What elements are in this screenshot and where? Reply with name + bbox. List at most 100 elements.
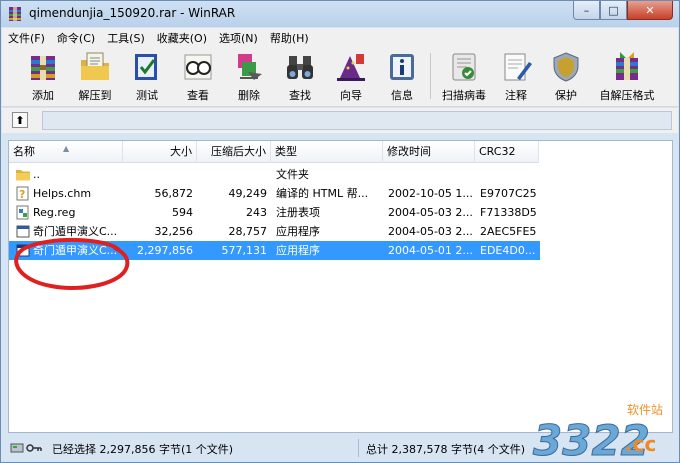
toolbar: 添加 解压到 测试 查看 删除 查找 向导 信息 扫描病毒 注释 保护 自解压格… bbox=[2, 47, 678, 107]
exe-icon bbox=[16, 244, 30, 257]
protect-button[interactable]: 保护 bbox=[540, 50, 592, 103]
wizard-label: 向导 bbox=[340, 89, 362, 102]
file-crc: EDE4D0... bbox=[480, 244, 536, 257]
menu-tools[interactable]: 工具(S) bbox=[101, 30, 151, 46]
sfx-archive-icon bbox=[616, 52, 638, 80]
file-type: 注册表项 bbox=[276, 206, 320, 219]
file-size: 594 bbox=[172, 206, 193, 219]
protect-shield-icon bbox=[553, 52, 579, 82]
protect-label: 保护 bbox=[555, 89, 577, 102]
exe-icon bbox=[16, 225, 30, 238]
info-label: 信息 bbox=[391, 89, 413, 102]
up-arrow-icon: ⬆ bbox=[15, 113, 25, 127]
close-button[interactable]: ✕ bbox=[627, 1, 673, 20]
file-type: 文件夹 bbox=[276, 168, 309, 181]
wizard-button[interactable]: 向导 bbox=[325, 50, 377, 103]
up-folder-button[interactable]: ⬆ bbox=[12, 112, 28, 128]
file-crc bbox=[480, 165, 538, 184]
extract-to-label: 解压到 bbox=[78, 89, 112, 102]
file-row-selected[interactable]: 奇门遁甲演义C... 2,297,856 577,131 应用程序 2004-0… bbox=[9, 241, 540, 260]
file-size: 2,297,856 bbox=[137, 244, 193, 257]
comment-label: 注释 bbox=[505, 89, 527, 102]
winrar-window: qimendunjia_150920.rar - WinRAR – □ ✕ 文件… bbox=[0, 0, 680, 463]
file-modified: 2004-05-03 2... bbox=[388, 206, 473, 219]
delete-button[interactable]: 删除 bbox=[223, 50, 275, 103]
col-name[interactable]: 名称 ▲ bbox=[9, 141, 123, 163]
menu-help[interactable]: 帮助(H) bbox=[264, 30, 315, 46]
file-name: Helps.chm bbox=[33, 187, 92, 200]
file-crc: E9707C25 bbox=[480, 187, 537, 200]
test-button[interactable]: 测试 bbox=[121, 50, 173, 103]
extract-to-button[interactable]: 解压到 bbox=[69, 50, 121, 103]
menu-options[interactable]: 选项(N) bbox=[213, 30, 264, 46]
file-row[interactable]: ? Helps.chm 56,872 49,249 编译的 HTML 帮... … bbox=[9, 184, 540, 203]
col-packed[interactable]: 压缩后大小 bbox=[197, 141, 271, 163]
file-size: 56,872 bbox=[154, 187, 194, 200]
col-crc[interactable]: CRC32 bbox=[475, 141, 539, 163]
file-modified: 2004-05-01 2... bbox=[388, 244, 473, 257]
menu-commands[interactable]: 命令(C) bbox=[51, 30, 101, 46]
sfx-button[interactable]: 自解压格式 bbox=[592, 50, 662, 103]
add-label: 添加 bbox=[32, 89, 54, 102]
svg-text:?: ? bbox=[19, 188, 25, 201]
file-type: 应用程序 bbox=[276, 244, 320, 257]
menu-favorites[interactable]: 收藏夹(O) bbox=[151, 30, 213, 46]
add-button[interactable]: 添加 bbox=[17, 50, 69, 103]
find-button[interactable]: 查找 bbox=[274, 50, 326, 103]
wizard-hat-icon bbox=[337, 54, 365, 81]
file-type: 应用程序 bbox=[276, 225, 320, 238]
file-list[interactable]: 名称 ▲ 大小 压缩后大小 类型 修改时间 CRC32 .. 文件夹 ? Hel… bbox=[8, 140, 673, 433]
col-size[interactable]: 大小 bbox=[123, 141, 197, 163]
status-bar: 已经选择 2,297,856 字节(1 个文件) 总计 2,387,578 字节… bbox=[2, 435, 678, 462]
menu-bar: 文件(F) 命令(C) 工具(S) 收藏夹(O) 选项(N) 帮助(H) bbox=[2, 28, 678, 47]
file-packed: 243 bbox=[246, 206, 267, 219]
delete-label: 删除 bbox=[238, 89, 260, 102]
file-row[interactable]: Reg.reg 594 243 注册表项 2004-05-03 2... F71… bbox=[9, 203, 540, 222]
file-name: Reg.reg bbox=[33, 206, 76, 219]
sort-up-icon: ▲ bbox=[63, 144, 70, 153]
test-check-icon bbox=[135, 54, 157, 80]
file-packed: 49,249 bbox=[228, 187, 268, 200]
file-packed: 28,757 bbox=[228, 225, 268, 238]
minimize-button[interactable]: – bbox=[573, 1, 600, 20]
maximize-icon: □ bbox=[608, 3, 619, 17]
file-packed: 577,131 bbox=[221, 244, 268, 257]
file-crc: 2AEC5FE5 bbox=[480, 225, 537, 238]
col-type[interactable]: 类型 bbox=[271, 141, 383, 163]
view-glasses-icon bbox=[184, 54, 212, 80]
status-divider bbox=[358, 439, 359, 457]
path-bar: ⬆ bbox=[2, 108, 678, 133]
maximize-button[interactable]: □ bbox=[600, 1, 627, 20]
col-modified[interactable]: 修改时间 bbox=[383, 141, 475, 163]
find-binoculars-icon bbox=[287, 56, 313, 79]
file-name: 奇门遁甲演义C... bbox=[33, 225, 118, 238]
file-size bbox=[123, 165, 193, 184]
menu-file[interactable]: 文件(F) bbox=[2, 30, 51, 46]
virus-scan-icon bbox=[452, 53, 476, 81]
registry-icon bbox=[16, 205, 29, 220]
delete-recycle-icon bbox=[238, 54, 262, 80]
comment-button[interactable]: 注释 bbox=[490, 50, 542, 103]
file-name: .. bbox=[33, 168, 40, 181]
file-row[interactable]: 奇门遁甲演义C... 32,256 28,757 应用程序 2004-05-03… bbox=[9, 222, 540, 241]
status-selected: 已经选择 2,297,856 字节(1 个文件) bbox=[52, 443, 234, 456]
winrar-app-icon bbox=[9, 7, 21, 21]
drive-key-icon bbox=[10, 443, 42, 453]
column-header: 名称 ▲ 大小 压缩后大小 类型 修改时间 CRC32 bbox=[9, 141, 539, 163]
view-button[interactable]: 查看 bbox=[172, 50, 224, 103]
info-button[interactable]: 信息 bbox=[376, 50, 428, 103]
sfx-label: 自解压格式 bbox=[599, 89, 655, 102]
find-label: 查找 bbox=[289, 89, 311, 102]
title-bar[interactable]: qimendunjia_150920.rar - WinRAR – □ ✕ bbox=[1, 1, 679, 27]
chm-help-icon: ? bbox=[16, 186, 29, 201]
file-type: 编译的 HTML 帮... bbox=[276, 187, 369, 200]
path-field[interactable] bbox=[42, 111, 672, 130]
file-modified: 2004-05-03 2... bbox=[388, 225, 473, 238]
file-size: 32,256 bbox=[154, 225, 194, 238]
file-name: 奇门遁甲演义C... bbox=[33, 244, 118, 257]
file-row[interactable]: .. 文件夹 bbox=[9, 165, 540, 184]
file-crc: F71338D5 bbox=[480, 206, 537, 219]
scan-virus-button[interactable]: 扫描病毒 bbox=[434, 50, 494, 103]
view-label: 查看 bbox=[187, 89, 209, 102]
info-icon bbox=[390, 54, 414, 80]
